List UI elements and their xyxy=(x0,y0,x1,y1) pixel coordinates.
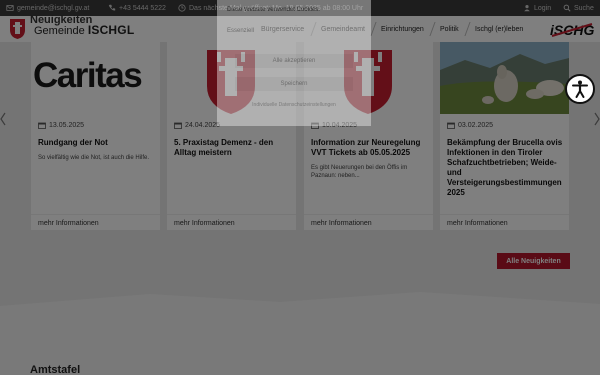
accessibility-button[interactable] xyxy=(565,74,595,104)
consent-text: Diese Website verwendet Cookies. xyxy=(227,7,320,13)
accessibility-icon xyxy=(572,80,588,98)
cookie-consent-dialog: Diese Website verwendet Cookies. Essenzi… xyxy=(217,0,371,126)
accept-all-button[interactable]: Alle akzeptieren xyxy=(235,54,353,68)
save-button[interactable]: Speichern xyxy=(235,77,353,91)
consent-option-essential[interactable]: Essenziell xyxy=(227,28,254,34)
privacy-settings-link[interactable]: Individuelle Datenschutzeinstellungen xyxy=(231,102,357,108)
